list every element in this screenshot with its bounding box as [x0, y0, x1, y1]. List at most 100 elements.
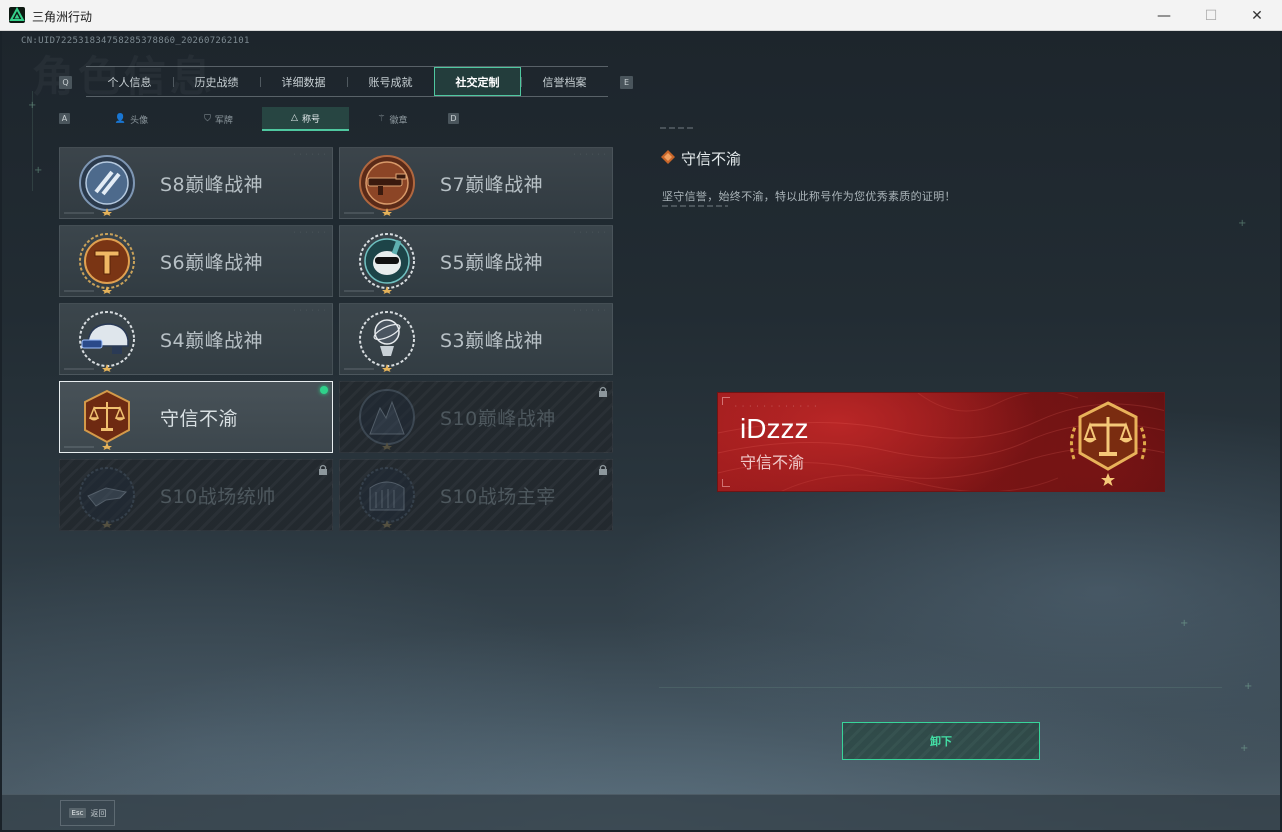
title-card-label: S10战场主宰 [440, 486, 556, 508]
detail-header-deco [660, 127, 696, 129]
corner-deco [722, 479, 730, 487]
s6-badge-icon [79, 233, 135, 294]
title-card-label: S8巅峰战神 [160, 174, 264, 196]
detail-description: 坚守信誉，始终不渝，特以此称号作为您优秀素质的证明！ [662, 190, 956, 203]
detail-desc-deco [662, 205, 728, 207]
lock-icon [319, 464, 327, 475]
tab-prev-key[interactable]: Q [59, 76, 72, 89]
s8-badge-icon [79, 155, 135, 216]
title-card-label: S10战场统帅 [160, 486, 276, 508]
app-logo-icon [9, 7, 25, 23]
back-button[interactable]: Esc 返回 [60, 800, 115, 826]
window-title: 三角洲行动 [32, 10, 93, 24]
tab-credit-record[interactable]: 信誉档案 [521, 67, 608, 96]
crosshair-icon: + [1238, 218, 1247, 229]
card-bar-deco [344, 212, 374, 214]
crosshair-icon: + [28, 100, 37, 111]
game-viewport: 角色信息 CN:UID722531834758285378860_2026072… [2, 31, 1280, 830]
esc-key-hint: Esc [68, 808, 87, 818]
subtab-avatar-label: 头像 [130, 115, 149, 126]
crosshair-icon: + [34, 165, 43, 176]
person-icon: 👤 [114, 114, 127, 124]
title-card-label: S5巅峰战神 [440, 252, 544, 274]
title-card-label: S6巅峰战神 [160, 252, 264, 274]
window-titlebar: 三角洲行动 — ☐ ✕ [0, 0, 1282, 31]
grid-line [659, 687, 1222, 688]
s3-badge-icon [359, 311, 415, 372]
s7-badge-icon [359, 155, 415, 216]
subtab-title-label: 称号 [301, 114, 320, 125]
unequip-button[interactable]: 卸下 [842, 722, 1040, 760]
nameplate-player-name: iDzzz [740, 413, 809, 444]
subtab-emblem[interactable]: ⚚ 徽章 [349, 107, 436, 131]
s10-peak-badge-icon [359, 389, 415, 450]
card-bar-deco [64, 290, 94, 292]
card-bar-deco [64, 368, 94, 370]
tab-personal-info[interactable]: 个人信息 [86, 67, 173, 96]
title-card-s5[interactable]: · · · · · · S5巅峰战神 [339, 225, 613, 297]
title-card-label: S10巅峰战神 [440, 408, 556, 430]
equipped-indicator [320, 386, 328, 394]
card-bar-deco [344, 290, 374, 292]
close-button[interactable]: ✕ [1234, 0, 1280, 31]
subtab-dogtag[interactable]: ⛉ 军牌 [175, 107, 262, 131]
subtab-next-key[interactable]: D [448, 113, 459, 124]
corner-deco [722, 397, 730, 405]
title-card-s7[interactable]: · · · · · · S7巅峰战神 [339, 147, 613, 219]
tab-detailed-data[interactable]: 详细数据 [260, 67, 347, 96]
card-serial-deco: · · · · · · [572, 230, 606, 236]
subtab-dogtag-label: 军牌 [214, 115, 233, 126]
card-serial-deco: · · · · · · [292, 230, 326, 236]
title-card-s6[interactable]: · · · · · · S6巅峰战神 [59, 225, 333, 297]
s5-badge-icon [359, 233, 415, 294]
title-card-label: S4巅峰战神 [160, 330, 264, 352]
footer-bar: Esc 返回 [2, 794, 1280, 830]
s10-commander-badge-icon [79, 467, 135, 528]
card-bar-deco [64, 212, 94, 214]
title-diamond-icon [661, 150, 675, 164]
card-serial-deco: · · · · · · [572, 308, 606, 314]
detail-title: 守信不渝 [681, 150, 742, 168]
sub-tab-bar: 👤 头像 ⛉ 军牌 △ 称号 ⚚ 徽章 [88, 107, 436, 131]
title-card-label: S3巅峰战神 [440, 330, 544, 352]
card-serial-deco: · · · · · · [572, 152, 606, 158]
tab-social-custom[interactable]: 社交定制 [434, 67, 521, 96]
title-card-s10-commander[interactable]: S10战场统帅 [59, 459, 333, 531]
main-tab-bar: 个人信息 历史战绩 详细数据 账号成就 社交定制 信誉档案 [86, 66, 608, 97]
nameplate-title: 守信不渝 [740, 453, 805, 472]
scales-badge-icon [1069, 401, 1147, 486]
title-card-s8[interactable]: · · · · · · S8巅峰战神 [59, 147, 333, 219]
tab-next-key[interactable]: E [620, 76, 633, 89]
triangle-icon: △ [291, 113, 298, 123]
crosshair-icon: + [1240, 743, 1249, 754]
card-serial-deco: · · · · · · [292, 152, 326, 158]
back-label: 返回 [90, 808, 107, 818]
minimize-button[interactable]: — [1141, 0, 1187, 31]
cnuid-label: CN:UID722531834758285378860_202607262101 [21, 36, 250, 46]
tab-history[interactable]: 历史战绩 [173, 67, 260, 96]
crosshair-icon: + [1180, 618, 1189, 629]
title-card-s10-dominator[interactable]: S10战场主宰 [339, 459, 613, 531]
crosshair-icon: + [1244, 681, 1253, 692]
title-card-s3[interactable]: · · · · · · S3巅峰战神 [339, 303, 613, 375]
title-card-s10-peak[interactable]: S10巅峰战神 [339, 381, 613, 453]
lock-icon [599, 464, 607, 475]
subtab-prev-key[interactable]: A [59, 113, 70, 124]
emblem-icon: ⚚ [377, 114, 386, 124]
subtab-title[interactable]: △ 称号 [262, 107, 349, 131]
title-card-label: S7巅峰战神 [440, 174, 544, 196]
title-card-s4[interactable]: · · · · · · S4巅峰战神 [59, 303, 333, 375]
maximize-button[interactable]: ☐ [1188, 0, 1234, 31]
s4-badge-icon [79, 311, 135, 372]
s10-dominator-badge-icon [359, 467, 415, 528]
scales-badge-icon [84, 389, 130, 450]
card-serial-deco: · · · · · · [292, 308, 326, 314]
card-bar-deco [344, 368, 374, 370]
dogtag-icon: ⛉ [204, 114, 211, 124]
title-card-label: 守信不渝 [160, 408, 239, 430]
nameplate-meta-deco: · · · · · · · · · · · · [734, 403, 818, 410]
subtab-emblem-label: 徽章 [389, 115, 408, 126]
subtab-avatar[interactable]: 👤 头像 [88, 107, 175, 131]
title-card-trustworthy[interactable]: 守信不渝 [59, 381, 333, 453]
tab-achievements[interactable]: 账号成就 [347, 67, 434, 96]
